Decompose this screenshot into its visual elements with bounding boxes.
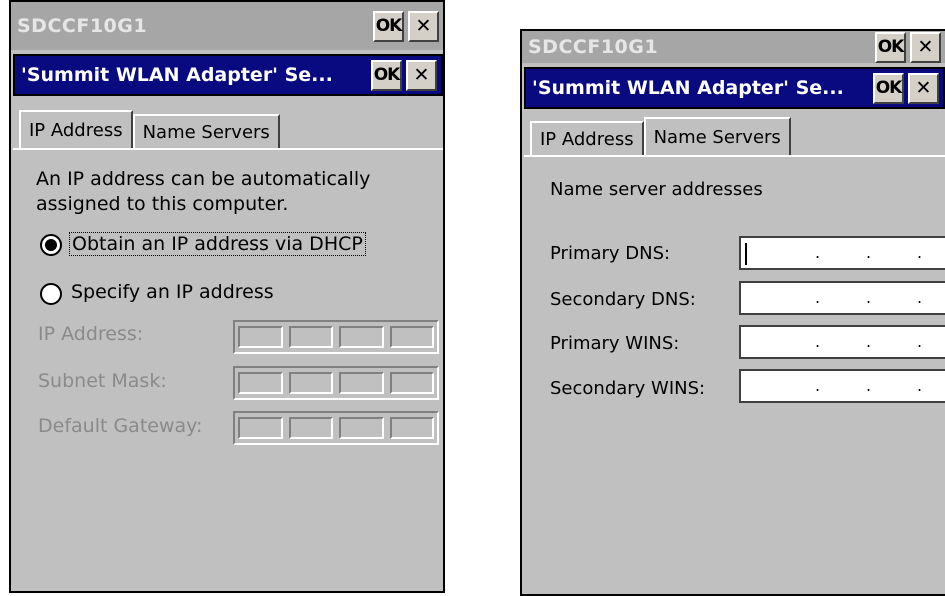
dialog-title-bar: 'Summit WLAN Adapter' Se... OK ✕ — [13, 54, 443, 96]
dialog-title: 'Summit WLAN Adapter' Se... — [532, 77, 844, 99]
dialog-title-bar: 'Summit WLAN Adapter' Se... OK ✕ — [524, 67, 945, 109]
secondary-dns-field[interactable]: ... — [739, 281, 945, 315]
left-screen: SDCCF10G1 OK ✕ 'Summit WLAN Adapter' Se.… — [9, 0, 445, 593]
radio-specify-label[interactable]: Specify an IP address — [71, 281, 274, 303]
right-screen: SDCCF10G1 OK ✕ 'Summit WLAN Adapter' Se.… — [520, 29, 945, 596]
tab-divider — [524, 155, 945, 157]
tab-name-servers[interactable]: Name Servers — [132, 114, 280, 148]
description-line-1: An IP address can be automatically — [36, 168, 371, 190]
tab-strip: IP Address Name Servers — [19, 110, 280, 148]
dialog-close-button[interactable]: ✕ — [406, 59, 437, 91]
text-caret — [745, 243, 747, 265]
subnet-mask-label: Subnet Mask: — [38, 370, 167, 392]
primary-wins-field[interactable]: ... — [739, 325, 945, 359]
ip-address-field — [233, 320, 439, 354]
primary-dns-field[interactable]: ... — [739, 236, 945, 270]
outer-window-title: SDCCF10G1 — [528, 36, 659, 58]
radio-dhcp-label[interactable]: Obtain an IP address via DHCP — [69, 232, 366, 256]
default-gateway-label: Default Gateway: — [38, 415, 203, 437]
default-gateway-field — [233, 411, 439, 445]
secondary-wins-field[interactable]: ... — [739, 369, 945, 403]
outer-close-button[interactable]: ✕ — [910, 31, 941, 63]
outer-ok-button[interactable]: OK — [373, 10, 404, 42]
tab-strip: IP Address Name Servers — [530, 117, 791, 155]
outer-window-title: SDCCF10G1 — [17, 15, 148, 37]
tab-ip-address[interactable]: IP Address — [530, 121, 644, 155]
description-line-2: assigned to this computer. — [36, 193, 289, 215]
radio-dhcp[interactable] — [40, 234, 62, 256]
outer-close-button[interactable]: ✕ — [408, 10, 439, 42]
secondary-wins-label: Secondary WINS: — [550, 378, 706, 399]
tab-divider — [13, 148, 443, 150]
outer-title-bar: SDCCF10G1 OK ✕ — [522, 31, 945, 63]
outer-title-bar: SDCCF10G1 OK ✕ — [11, 2, 443, 50]
tab-ip-address[interactable]: IP Address — [19, 110, 133, 148]
name-server-section-label: Name server addresses — [550, 179, 763, 200]
primary-wins-label: Primary WINS: — [550, 333, 680, 354]
dialog-ok-button[interactable]: OK — [371, 59, 402, 91]
subnet-mask-field — [233, 366, 439, 400]
dialog-ok-button[interactable]: OK — [873, 72, 904, 104]
ip-address-label: IP Address: — [38, 323, 144, 345]
primary-dns-label: Primary DNS: — [550, 243, 671, 264]
tab-name-servers[interactable]: Name Servers — [643, 117, 791, 155]
radio-specify[interactable] — [40, 283, 62, 305]
dialog-title: 'Summit WLAN Adapter' Se... — [21, 64, 333, 86]
dialog-close-button[interactable]: ✕ — [908, 72, 939, 104]
outer-ok-button[interactable]: OK — [875, 31, 906, 63]
secondary-dns-label: Secondary DNS: — [550, 289, 696, 310]
radio-selected-dot — [45, 239, 57, 251]
